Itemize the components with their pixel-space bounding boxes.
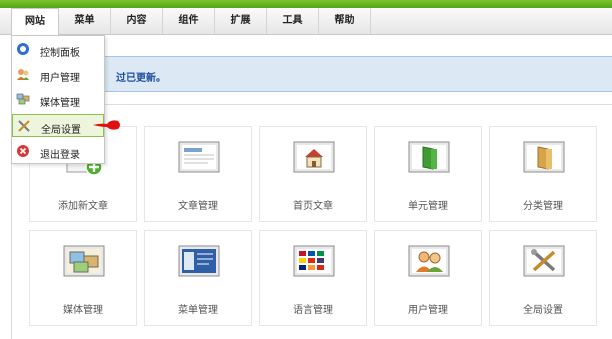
tile-user-manager[interactable]: 用户管理 [374, 230, 482, 326]
dropdown-item-logout[interactable]: 退出登录 [12, 140, 104, 163]
article-manager-icon [178, 141, 220, 173]
menu-extensions[interactable]: 扩展 [215, 8, 267, 34]
language-icon [293, 245, 335, 277]
dropdown-item-media[interactable]: 媒体管理 [12, 88, 104, 111]
cpanel-icon-grid: 添加新文章 文章管理 首页文章 单元管理 分类管理 媒体管理 菜单管理 语言管理… [29, 126, 612, 339]
tile-global-config[interactable]: 全局设置 [489, 230, 597, 326]
dropdown-item-label: 控制面板 [40, 48, 80, 59]
menu-menus[interactable]: 菜单 [59, 8, 111, 34]
dropdown-item-label: 媒体管理 [40, 98, 80, 109]
tile-article-manager[interactable]: 文章管理 [144, 126, 252, 222]
tile-label: 语言管理 [293, 305, 333, 316]
settings-tools-icon [18, 120, 30, 132]
dropdown-item-label: 全局设置 [41, 125, 81, 136]
users-icon [17, 69, 29, 80]
menu-content[interactable]: 内容 [111, 8, 163, 34]
menu-manager-icon [178, 245, 220, 277]
tile-label: 用户管理 [408, 305, 448, 316]
media-icon [16, 93, 30, 105]
pointer-arrow-icon [93, 120, 120, 130]
top-accent-bar [0, 0, 612, 8]
menu-site[interactable]: 网站 [11, 8, 59, 36]
logout-icon [17, 145, 29, 157]
tile-menu-manager[interactable]: 菜单管理 [144, 230, 252, 326]
tile-label: 分类管理 [523, 201, 563, 212]
tile-category[interactable]: 分类管理 [489, 126, 597, 222]
tile-section[interactable]: 单元管理 [374, 126, 482, 222]
system-message-text: 过已更新。 [116, 73, 166, 84]
site-dropdown-menu: 控制面板 用户管理 媒体管理 全局设置 退出登录 [11, 35, 105, 164]
tile-label: 菜单管理 [178, 305, 218, 316]
media-manager-icon [63, 245, 105, 277]
global-config-icon [523, 245, 565, 277]
tile-label: 媒体管理 [63, 305, 103, 316]
tile-label: 首页文章 [293, 201, 333, 212]
category-icon [523, 141, 565, 173]
user-manager-icon [408, 245, 450, 277]
dropdown-item-control-panel[interactable]: 控制面板 [12, 38, 104, 61]
tile-label: 文章管理 [178, 201, 218, 212]
section-icon [408, 141, 450, 173]
tile-label: 单元管理 [408, 201, 448, 212]
tile-label: 全局设置 [523, 305, 563, 316]
dropdown-item-label: 退出登录 [40, 150, 80, 161]
tile-language[interactable]: 语言管理 [259, 230, 367, 326]
tile-media-manager[interactable]: 媒体管理 [29, 230, 137, 326]
dropdown-item-label: 用户管理 [40, 73, 80, 84]
tile-frontpage[interactable]: 首页文章 [259, 126, 367, 222]
dropdown-item-users[interactable]: 用户管理 [12, 63, 104, 86]
tile-label: 添加新文章 [58, 201, 108, 212]
menu-components[interactable]: 组件 [163, 8, 215, 34]
menu-help[interactable]: 帮助 [319, 8, 371, 34]
frontpage-icon [293, 141, 335, 173]
main-menubar: 网站 菜单 内容 组件 扩展 工具 帮助 [0, 8, 612, 36]
menu-tools[interactable]: 工具 [267, 8, 319, 34]
control-panel-icon [17, 43, 29, 55]
